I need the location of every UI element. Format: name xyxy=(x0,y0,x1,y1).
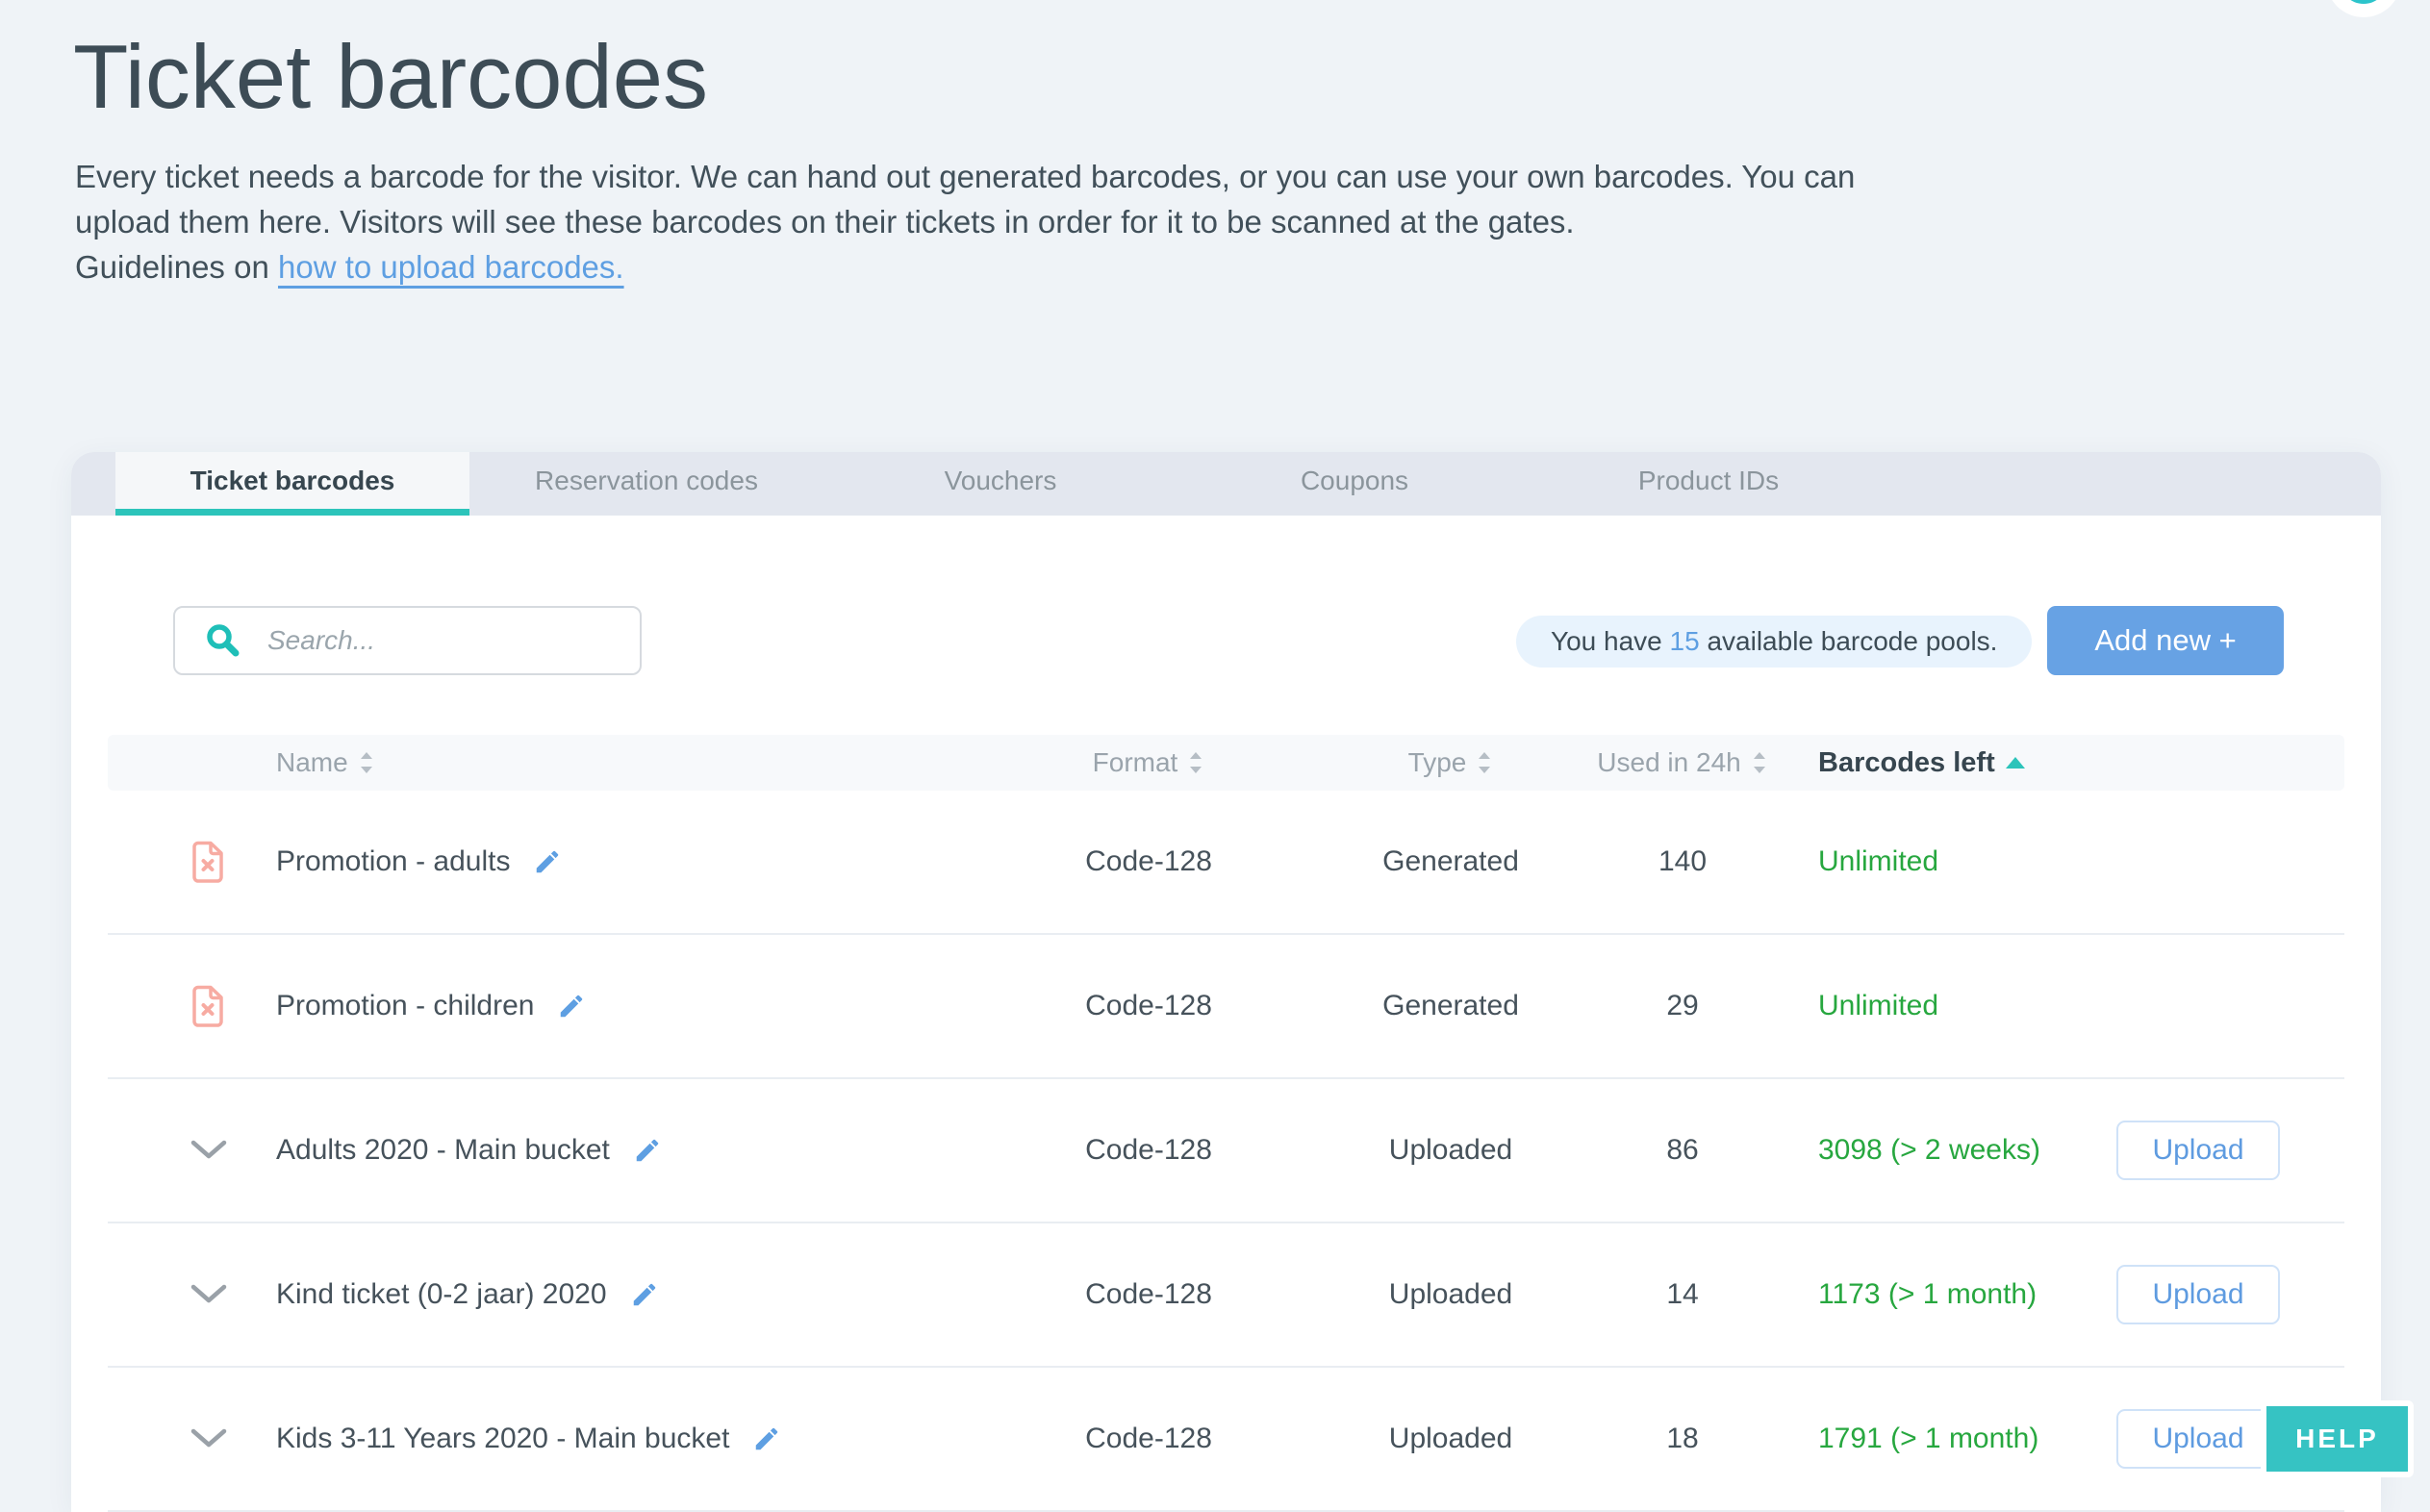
column-label: Format xyxy=(1093,747,1178,778)
upload-button[interactable]: Upload xyxy=(2116,1265,2280,1324)
pool-name: Kids 3-11 Years 2020 - Main bucket xyxy=(276,1423,729,1455)
pool-name: Kind ticket (0-2 jaar) 2020 xyxy=(276,1278,607,1311)
edit-pencil-icon[interactable] xyxy=(630,1280,659,1309)
table-row: Adults 2020 - Main bucket Code-128 Uploa… xyxy=(108,1079,2344,1223)
table-row: Kids 3-11 Years 2020 - Main bucket Code-… xyxy=(108,1368,2344,1512)
file-x-icon xyxy=(190,984,228,1028)
type-value: Uploaded xyxy=(1297,1134,1605,1167)
tab-bar: Ticket barcodes Reservation codes Vouche… xyxy=(71,452,2381,516)
chevron-down-icon[interactable] xyxy=(190,1428,227,1449)
upload-guidelines-link[interactable]: how to upload barcodes. xyxy=(278,249,624,285)
format-value: Code-128 xyxy=(1000,1278,1297,1311)
sort-asc-icon xyxy=(2005,756,2026,769)
content-card: Ticket barcodes Reservation codes Vouche… xyxy=(71,452,2381,1512)
column-header-type[interactable]: Type xyxy=(1297,747,1605,778)
file-x-icon xyxy=(190,840,228,884)
pool-info-suffix: available barcode pools. xyxy=(1700,626,1998,657)
barcodes-left-value: 1173 (> 1 month) xyxy=(1760,1278,2116,1311)
page-title: Ticket barcodes xyxy=(73,25,708,129)
chevron-down-icon[interactable] xyxy=(190,1140,227,1161)
used-in-24h-value: 18 xyxy=(1605,1423,1760,1455)
format-value: Code-128 xyxy=(1000,845,1297,878)
column-header-barcodes-left[interactable]: Barcodes left xyxy=(1760,747,2116,779)
type-value: Generated xyxy=(1297,845,1605,878)
edit-pencil-icon[interactable] xyxy=(633,1136,662,1165)
search-icon xyxy=(204,621,242,660)
pool-count: 15 xyxy=(1670,626,1700,657)
type-value: Uploaded xyxy=(1297,1278,1605,1311)
tab-ticket-barcodes[interactable]: Ticket barcodes xyxy=(115,452,469,516)
table-body: Promotion - adults Code-128 Generated 14… xyxy=(108,791,2344,1512)
table-header: Name Format Type Used in 24h Barcodes le… xyxy=(108,735,2344,791)
table-row: Promotion - children Code-128 Generated … xyxy=(108,935,2344,1079)
column-header-format[interactable]: Format xyxy=(1000,747,1297,778)
barcodes-left-value: 1791 (> 1 month) xyxy=(1760,1423,2116,1455)
barcodes-left-value: Unlimited xyxy=(1760,990,2116,1022)
column-header-name[interactable]: Name xyxy=(247,747,1000,778)
guidelines-prefix: Guidelines on xyxy=(75,249,278,285)
edit-pencil-icon[interactable] xyxy=(557,992,586,1021)
barcodes-left-value: 3098 (> 2 weeks) xyxy=(1760,1134,2116,1167)
column-label: Barcodes left xyxy=(1818,747,1995,779)
type-value: Uploaded xyxy=(1297,1423,1605,1455)
description-line-2: upload them here. Visitors will see thes… xyxy=(75,204,1575,239)
search-box xyxy=(173,606,642,675)
sort-icon xyxy=(1187,750,1204,775)
table-row: Promotion - adults Code-128 Generated 14… xyxy=(108,791,2344,935)
tab-product-ids[interactable]: Product IDs xyxy=(1531,452,1886,516)
column-label: Used in 24h xyxy=(1597,747,1740,778)
tab-coupons[interactable]: Coupons xyxy=(1177,452,1531,516)
edit-pencil-icon[interactable] xyxy=(752,1424,781,1453)
format-value: Code-128 xyxy=(1000,1423,1297,1455)
format-value: Code-128 xyxy=(1000,1134,1297,1167)
used-in-24h-value: 86 xyxy=(1605,1134,1760,1167)
column-header-used-in-24h[interactable]: Used in 24h xyxy=(1605,747,1760,778)
type-value: Generated xyxy=(1297,990,1605,1022)
column-label: Name xyxy=(276,747,348,778)
barcodes-left-value: Unlimited xyxy=(1760,845,2116,878)
tab-reservation-codes[interactable]: Reservation codes xyxy=(469,452,823,516)
avatar[interactable] xyxy=(2326,0,2401,17)
format-value: Code-128 xyxy=(1000,990,1297,1022)
upload-button[interactable]: Upload xyxy=(2116,1409,2280,1469)
table-row: Kind ticket (0-2 jaar) 2020 Code-128 Upl… xyxy=(108,1223,2344,1368)
help-button[interactable]: HELP xyxy=(2261,1400,2414,1477)
tab-vouchers[interactable]: Vouchers xyxy=(823,452,1177,516)
column-label: Type xyxy=(1408,747,1467,778)
pool-name: Promotion - children xyxy=(276,990,534,1022)
barcode-pools-badge: You have 15 available barcode pools. xyxy=(1516,616,2032,668)
search-input[interactable] xyxy=(267,612,640,669)
used-in-24h-value: 29 xyxy=(1605,990,1760,1022)
edit-pencil-icon[interactable] xyxy=(533,847,562,876)
avatar-status-circle xyxy=(2340,0,2388,4)
add-new-button[interactable]: Add new + xyxy=(2047,606,2284,675)
pool-name: Promotion - adults xyxy=(276,845,510,878)
pool-info-prefix: You have xyxy=(1551,626,1670,657)
chevron-down-icon[interactable] xyxy=(190,1284,227,1305)
sort-icon xyxy=(1476,750,1493,775)
page-description: Every ticket needs a barcode for the vis… xyxy=(75,154,1855,290)
pool-name: Adults 2020 - Main bucket xyxy=(276,1134,610,1167)
sort-icon xyxy=(358,750,375,775)
used-in-24h-value: 14 xyxy=(1605,1278,1760,1311)
upload-button[interactable]: Upload xyxy=(2116,1121,2280,1180)
description-line-1: Every ticket needs a barcode for the vis… xyxy=(75,159,1855,194)
used-in-24h-value: 140 xyxy=(1605,845,1760,878)
